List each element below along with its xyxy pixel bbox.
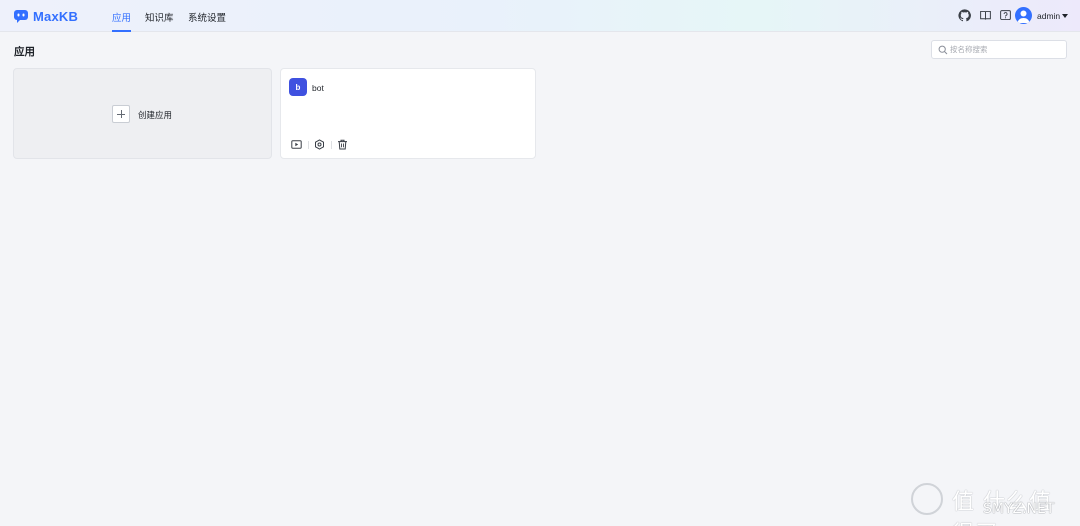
nav-item-label: 应用 — [112, 13, 132, 24]
page-title: 应用 — [14, 46, 35, 58]
nav-item-apps[interactable]: 应用 — [112, 10, 132, 32]
avatar[interactable] — [1015, 7, 1032, 24]
app-name: bot — [312, 83, 324, 93]
nav-item-knowledge-base[interactable]: 知识库 — [145, 10, 174, 32]
watermark-text: 值 什么值得买 — [952, 490, 1052, 526]
app-card[interactable]: b bot — [280, 68, 536, 159]
caret-down-icon[interactable] — [1062, 14, 1068, 18]
delete-icon[interactable] — [337, 139, 348, 150]
user-icon — [1017, 10, 1030, 23]
app-avatar-letter: b — [295, 82, 301, 92]
settings-icon[interactable] — [314, 139, 325, 150]
logo[interactable]: MaxKB — [13, 8, 78, 24]
action-divider — [308, 141, 309, 149]
create-app-card[interactable]: 创建应用 — [13, 68, 272, 159]
search-input[interactable] — [950, 42, 1062, 57]
search-box[interactable] — [931, 40, 1067, 59]
watermark-subtext: SMYZ.NET — [983, 501, 1055, 517]
logo-icon — [14, 9, 28, 23]
plus-icon — [112, 105, 130, 123]
action-divider — [331, 141, 332, 149]
github-icon[interactable] — [958, 9, 971, 22]
watermark: 值 什么值得买 SMYZ.NET — [910, 480, 1072, 526]
search-icon — [938, 45, 948, 55]
active-tab-indicator — [112, 30, 132, 32]
nav-item-label: 知识库 — [145, 13, 174, 24]
watermark-logo-icon — [911, 483, 943, 515]
book-icon[interactable] — [979, 9, 992, 22]
app-avatar: b — [289, 78, 307, 96]
nav-item-label: 系统设置 — [188, 13, 227, 24]
top-navigation-bar: MaxKB 应用 知识库 系统设置 admin — [0, 0, 1080, 32]
play-icon[interactable] — [291, 139, 302, 150]
user-name[interactable]: admin — [1037, 11, 1060, 21]
help-icon[interactable] — [999, 9, 1012, 22]
logo-text: MaxKB — [33, 8, 79, 24]
nav-item-system-settings[interactable]: 系统设置 — [188, 10, 226, 32]
create-app-label: 创建应用 — [138, 110, 173, 120]
